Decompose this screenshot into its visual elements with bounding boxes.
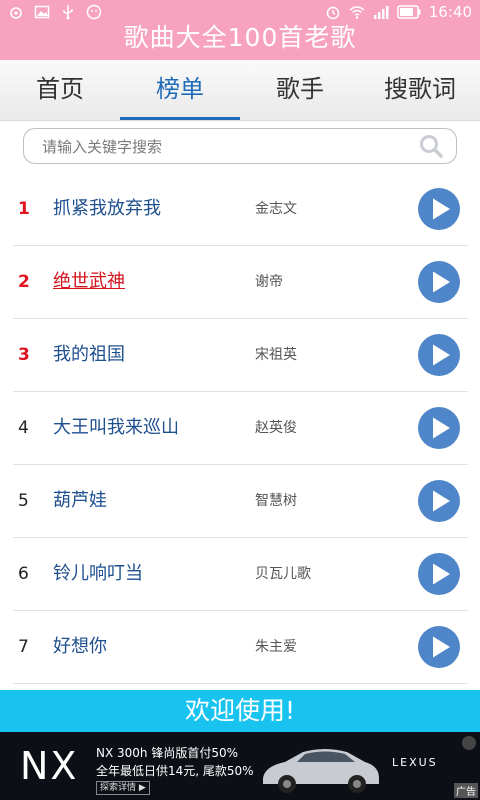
- song-rank: 7: [18, 637, 29, 657]
- play-icon[interactable]: [418, 261, 460, 303]
- song-title[interactable]: 铃儿响叮当: [53, 538, 143, 610]
- welcome-banner: 欢迎使用!: [0, 690, 480, 732]
- song-rank: 3: [18, 345, 30, 365]
- search-icon[interactable]: [418, 133, 444, 159]
- ad-tag: 广告: [454, 783, 478, 798]
- song-title[interactable]: 绝世武神: [53, 246, 125, 318]
- tab-search-lyrics[interactable]: 搜歌词: [360, 60, 480, 120]
- song-artist: 宋祖英: [255, 347, 297, 363]
- play-icon[interactable]: [418, 334, 460, 376]
- song-title[interactable]: 抓紧我放弃我: [53, 173, 161, 245]
- song-row: 5 葫芦娃 智慧树: [13, 465, 468, 538]
- song-rank: 6: [18, 564, 29, 584]
- song-row: 7 好想你 朱主爱: [13, 611, 468, 684]
- song-rank: 2: [18, 272, 30, 292]
- tab-singers[interactable]: 歌手: [240, 60, 360, 120]
- ad-headline: NX 300h 锋尚版首付50%: [96, 746, 239, 760]
- app-title: 歌曲大全100首老歌: [123, 23, 357, 52]
- ad-info-icon[interactable]: [462, 736, 476, 750]
- play-icon[interactable]: [418, 553, 460, 595]
- car-image: [263, 749, 379, 793]
- song-row: 3 我的祖国 宋祖英: [13, 319, 468, 392]
- search-input[interactable]: [40, 133, 414, 161]
- song-artist: 赵英俊: [255, 420, 297, 436]
- song-row: 4 大王叫我来巡山 赵英俊: [13, 392, 468, 465]
- song-artist: 金志文: [255, 201, 297, 217]
- battery-icon: [397, 5, 421, 19]
- song-artist: 智慧树: [255, 493, 297, 509]
- play-icon[interactable]: [418, 480, 460, 522]
- tab-bar: 首页 榜单 歌手 搜歌词: [0, 60, 480, 121]
- active-tab-indicator: [120, 117, 240, 120]
- song-row: 2 绝世武神 谢帝: [13, 246, 468, 319]
- song-artist: 谢帝: [255, 274, 283, 290]
- app-header: 16:40 歌曲大全100首老歌: [0, 0, 480, 60]
- song-row: 1 抓紧我放弃我 金志文: [13, 173, 468, 246]
- ad-banner[interactable]: NX NX 300h 锋尚版首付50% 全年最低日供14元, 尾款50% 探索详…: [0, 732, 480, 800]
- song-title[interactable]: 大王叫我来巡山: [53, 392, 179, 464]
- tab-charts[interactable]: 榜单: [120, 60, 240, 120]
- tab-home[interactable]: 首页: [0, 60, 120, 120]
- song-title[interactable]: 我的祖国: [53, 319, 125, 391]
- song-list: 1 抓紧我放弃我 金志文 2 绝世武神 谢帝 3 我的祖国 宋祖英 4 大王叫我…: [13, 173, 468, 684]
- song-title[interactable]: 好想你: [53, 611, 107, 683]
- play-icon[interactable]: [418, 626, 460, 668]
- song-artist: 贝瓦儿歌: [255, 566, 311, 582]
- ad-logo: NX: [20, 744, 79, 788]
- song-rank: 5: [18, 491, 29, 511]
- play-icon[interactable]: [418, 188, 460, 230]
- search-box: [23, 128, 457, 164]
- song-row: 6 铃儿响叮当 贝瓦儿歌: [13, 538, 468, 611]
- song-artist: 朱主爱: [255, 639, 297, 655]
- ad-brand: LEXUS: [392, 756, 438, 769]
- song-rank: 1: [18, 199, 30, 219]
- ad-subline: 全年最低日供14元, 尾款50%: [96, 764, 254, 778]
- song-rank: 4: [18, 418, 29, 438]
- song-title[interactable]: 葫芦娃: [53, 465, 107, 537]
- ad-explore-button[interactable]: 探索详情 ▶: [96, 781, 150, 795]
- play-icon[interactable]: [418, 407, 460, 449]
